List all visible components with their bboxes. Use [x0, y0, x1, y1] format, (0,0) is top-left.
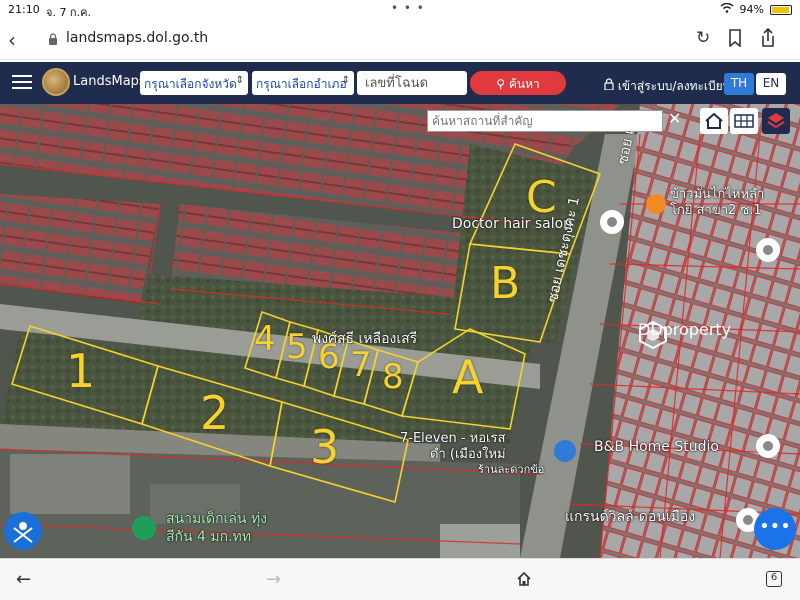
- province-select[interactable]: กรุณาเลือกจังหวัด ⇕: [140, 71, 248, 95]
- more-options-button[interactable]: •••: [754, 508, 796, 550]
- grid-map-button[interactable]: [730, 108, 758, 134]
- app-title: LandsMaps: [73, 74, 146, 89]
- login-label: เข้าสู่ระบบ/ลงทะเบียน: [617, 79, 731, 93]
- poi-chicken-rice-line2[interactable]: โกยิ สาขา2 ซ.1: [670, 204, 762, 218]
- restaurant-icon[interactable]: [646, 194, 666, 214]
- home-icon[interactable]: [516, 571, 532, 587]
- plot-label-2: 2: [200, 386, 230, 440]
- grid-icon: [734, 114, 754, 128]
- battery-icon: [770, 4, 792, 15]
- poi-seven-eleven-line2[interactable]: ดำ (เมืองใหม่: [430, 448, 506, 462]
- poi-playground-line2[interactable]: สีกัน 4 มก.ทท: [166, 530, 251, 545]
- map-view[interactable]: ✕ 1 2 3 4 5 6 7 8 A B C พงศ์สุธี เหลืองเ…: [0, 104, 800, 558]
- district-select[interactable]: กรุณาเลือกอำเภอ ⇕: [252, 71, 354, 95]
- shop-icon[interactable]: [554, 440, 576, 462]
- poi-marker-icon[interactable]: [756, 238, 780, 262]
- status-date: จ. 7 ก.ค.: [46, 6, 91, 19]
- browser-back-icon[interactable]: ‹: [8, 28, 16, 52]
- back-arrow-icon[interactable]: ←: [16, 569, 31, 590]
- layers-icon: [767, 113, 785, 129]
- clear-search-icon[interactable]: ✕: [668, 109, 681, 128]
- search-button-label: ค้นหา: [508, 77, 540, 91]
- ddproperty-watermark: DDproperty: [638, 320, 731, 350]
- login-register-link[interactable]: เข้าสู่ระบบ/ลงทะเบียน: [604, 77, 731, 96]
- wifi-icon: [720, 2, 734, 16]
- owner-name-label: พงศ์สุธี เหลืองเสรี: [312, 331, 418, 347]
- more-dots-icon: •••: [759, 516, 791, 537]
- ruler-pencil-icon: [13, 522, 33, 543]
- plot-label-3: 3: [310, 420, 340, 474]
- hamburger-menu-icon[interactable]: [12, 74, 32, 94]
- poi-seven-eleven-line3[interactable]: ร้านละดวกข้อ: [478, 464, 544, 476]
- house-icon: [705, 112, 723, 129]
- poi-marker-icon[interactable]: [600, 210, 624, 234]
- plot-label-7: 7: [350, 345, 372, 385]
- share-icon[interactable]: [760, 28, 776, 48]
- lang-en-button[interactable]: EN: [756, 73, 786, 95]
- department-of-lands-logo-icon: [42, 68, 70, 96]
- deed-number-input[interactable]: [357, 71, 467, 95]
- home-map-button[interactable]: [700, 108, 728, 134]
- district-select-value: กรุณาเลือกอำเภอ: [256, 77, 347, 91]
- bookmark-icon[interactable]: [728, 29, 742, 47]
- chevron-updown-icon: ⇕: [341, 75, 350, 86]
- chevron-updown-icon: ⇕: [235, 75, 244, 86]
- plot-label-8: 8: [382, 357, 404, 397]
- status-right: 94%: [720, 2, 792, 16]
- battery-fill: [772, 6, 789, 13]
- plot-label-b: B: [490, 258, 521, 309]
- plot-label-a: A: [452, 350, 484, 404]
- forward-arrow-icon[interactable]: →: [266, 569, 281, 590]
- lock-icon: [604, 78, 614, 91]
- tabs-button[interactable]: 6: [766, 571, 782, 587]
- poi-marker-icon[interactable]: [756, 434, 780, 458]
- province-select-value: กรุณาเลือกจังหวัด: [144, 77, 237, 91]
- reload-icon[interactable]: ↻: [696, 28, 710, 48]
- lang-th-button[interactable]: TH: [724, 73, 754, 95]
- landsmaps-header: LandsMaps กรุณาเลือกจังหวัด ⇕ กรุณาเลือก…: [0, 62, 800, 104]
- poi-seven-eleven-line1[interactable]: 7-Eleven - หอเรส: [400, 432, 505, 446]
- plot-label-1: 1: [66, 344, 96, 398]
- plot-label-5: 5: [286, 327, 308, 367]
- search-button[interactable]: ⚲ ค้นหา: [470, 71, 566, 95]
- poi-chicken-rice-line1[interactable]: ข้าวมันไก่ไหหลำ: [670, 188, 764, 202]
- browser-bottom-toolbar: ← → 6: [0, 558, 800, 600]
- lock-icon: [49, 33, 57, 45]
- poi-bb-home-studio[interactable]: B&B Home Studio: [594, 440, 719, 455]
- status-bar: 21:10 จ. 7 ก.ค. • • • 94%: [0, 0, 800, 20]
- poi-doctor-hair-salon[interactable]: Doctor hair salon: [452, 217, 572, 232]
- app-screen: 21:10 จ. 7 ก.ค. • • • 94% ‹ landsmaps.do…: [0, 0, 800, 600]
- park-icon[interactable]: [132, 516, 156, 540]
- multitasking-dots-icon[interactable]: • • •: [391, 1, 425, 15]
- browser-address-bar: ‹ landsmaps.dol.go.th ↻: [0, 20, 800, 60]
- poi-grand-villa[interactable]: แกรนด์วิลล์-ดอนเมือง: [565, 510, 695, 525]
- search-icon: ⚲: [496, 77, 506, 91]
- battery-percent: 94%: [739, 3, 764, 16]
- url-text[interactable]: landsmaps.dol.go.th: [66, 30, 208, 46]
- poi-playground-line1[interactable]: สนามเด็กเล่น ทุ่ง: [166, 512, 267, 527]
- status-time: 21:10: [8, 3, 40, 16]
- plot-label-4: 4: [254, 319, 276, 359]
- layers-map-button[interactable]: [762, 108, 790, 134]
- plot-label-c: C: [526, 172, 557, 223]
- measure-tool-button[interactable]: [4, 512, 42, 550]
- ddproperty-logo-icon: [639, 320, 667, 350]
